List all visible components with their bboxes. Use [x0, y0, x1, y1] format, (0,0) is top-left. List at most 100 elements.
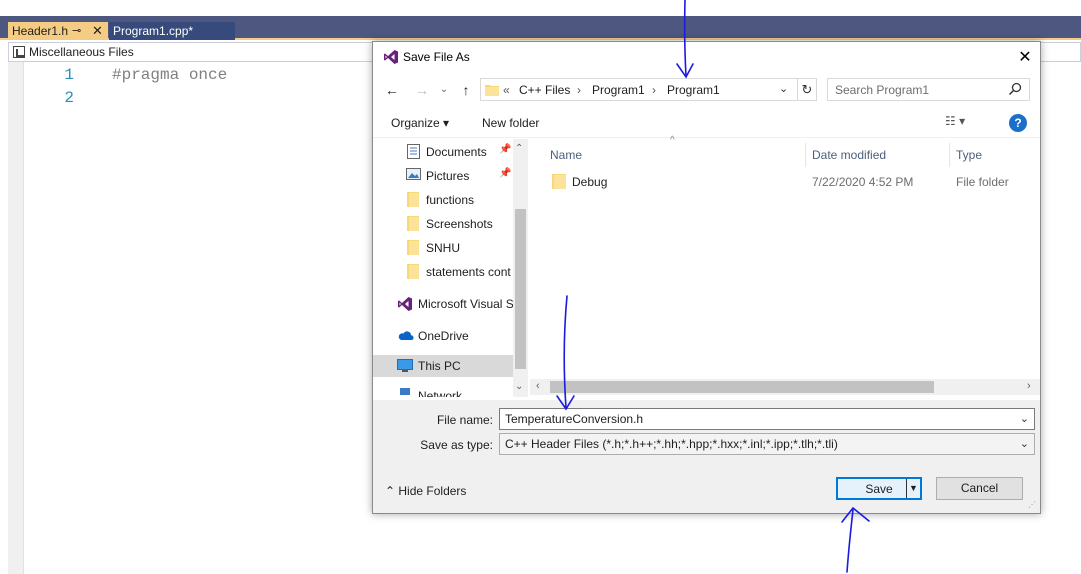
nav-item-label: Screenshots — [426, 217, 493, 231]
breadcrumb-program1[interactable]: Program1 — [592, 83, 645, 97]
nav-item-this-pc[interactable]: This PC — [373, 355, 513, 377]
tab-program1-cpp[interactable]: Program1.cpp* — [109, 22, 235, 40]
editor-gutter — [8, 62, 24, 574]
folder-icon — [407, 264, 419, 279]
nav-item-onedrive[interactable]: OneDrive — [373, 325, 513, 347]
recent-locations-icon[interactable]: ⌄ — [435, 80, 453, 100]
scrollbar-thumb[interactable] — [515, 209, 526, 369]
search-icon — [1008, 82, 1022, 96]
save-file-as-dialog: Save File As ✕ ← → ⌄ ↑ « C++ Files › Pro… — [372, 41, 1041, 514]
column-header-date-modified[interactable]: Date modified — [805, 143, 949, 167]
up-arrow-icon[interactable]: ↑ — [457, 80, 475, 100]
tab-label: Header1.h — [12, 24, 69, 38]
breadcrumb-separator: › — [577, 83, 581, 97]
nav-item-label: This PC — [418, 359, 461, 373]
save-as-type-label: Save as type: — [420, 438, 493, 452]
hide-folders-toggle[interactable]: ⌃ Hide Folders — [385, 484, 466, 498]
help-icon[interactable]: ? — [1009, 114, 1027, 132]
breadcrumb-program1-current[interactable]: Program1 — [667, 83, 720, 97]
chevron-down-icon[interactable]: ▼ — [906, 479, 920, 498]
nav-item-label: Pictures — [426, 169, 470, 183]
annotation-arrow-save — [846, 509, 854, 573]
nav-item-label: SNHU — [426, 241, 461, 255]
file-row[interactable]: Debug 7/22/2020 4:52 PM File folder — [544, 171, 1034, 193]
organize-button[interactable]: Organize ▾ — [391, 116, 449, 130]
chevron-up-icon: ⌃ — [385, 484, 399, 498]
nav-item-pictures[interactable]: Pictures 📌 — [373, 165, 513, 187]
chevron-down-icon[interactable]: ⌄ — [1020, 434, 1029, 454]
screen: { "vs": { "tabs": [ {"label": "Header1.h… — [0, 0, 1081, 574]
pin-icon[interactable]: ⊸ — [72, 22, 81, 40]
chevron-down-icon[interactable]: ⌄ — [515, 381, 523, 392]
cancel-button[interactable]: Cancel — [936, 477, 1023, 500]
save-button-label: Save — [865, 482, 893, 496]
file-name-field[interactable]: TemperatureConversion.h ⌄ — [499, 408, 1035, 430]
command-bar: Organize ▾ New folder ☷ ▾ ? — [373, 108, 1040, 138]
file-name-label: File name: — [436, 413, 493, 427]
back-arrow-icon[interactable]: ← — [383, 80, 401, 100]
chevron-down-icon[interactable]: ⌄ — [779, 82, 788, 95]
visual-studio-icon — [384, 50, 398, 64]
chevron-left-icon[interactable]: ‹ — [536, 380, 540, 392]
address-bar[interactable]: « C++ Files › Program1 › Program1 ⌄ ↻ — [480, 78, 817, 101]
line-number: 2 — [64, 89, 74, 107]
line-number: 1 — [64, 66, 74, 84]
forward-arrow-icon[interactable]: → — [413, 80, 431, 100]
nav-item-label: OneDrive — [418, 329, 469, 343]
column-header-type[interactable]: Type — [949, 143, 1039, 167]
misc-files-icon — [13, 46, 25, 58]
vs-top-area — [0, 0, 1081, 16]
change-view-button[interactable]: ☷ ▾ — [945, 114, 965, 128]
tab-label: Program1.cpp* — [113, 24, 194, 38]
nav-item-screenshots[interactable]: Screenshots — [373, 213, 513, 235]
breadcrumb-overflow[interactable]: « — [503, 83, 510, 97]
scope-label: Miscellaneous Files — [29, 45, 134, 59]
editor-tabstrip: Header1.h ⊸ ✕ Program1.cpp* — [0, 16, 1081, 40]
close-icon[interactable]: ✕ — [92, 22, 103, 40]
file-name-value: TemperatureConversion.h — [505, 412, 644, 426]
dialog-title: Save File As — [403, 50, 470, 64]
dialog-titlebar[interactable]: Save File As ✕ — [373, 42, 1040, 74]
hide-folders-label: Hide Folders — [398, 484, 467, 498]
new-folder-button[interactable]: New folder — [482, 116, 539, 130]
resize-grip-icon[interactable]: ⋰ — [1028, 500, 1036, 509]
chevron-up-icon[interactable]: ⌃ — [515, 143, 523, 154]
save-form: File name: TemperatureConversion.h ⌄ Sav… — [373, 400, 1040, 460]
save-as-type-select[interactable]: C++ Header Files (*.h;*.h++;*.hh;*.hpp;*… — [499, 433, 1035, 455]
dialog-close-button[interactable]: ✕ — [1013, 46, 1037, 70]
folder-icon — [552, 174, 566, 189]
chevron-down-icon[interactable]: ⌄ — [1020, 409, 1029, 429]
nav-item-statements-cont[interactable]: statements cont — [373, 261, 513, 283]
chevron-right-icon[interactable]: › — [1027, 380, 1031, 392]
pin-icon: 📌 — [499, 168, 512, 179]
breadcrumb-cpp-files[interactable]: C++ Files — [519, 83, 570, 97]
nav-item-microsoft-visual-studio[interactable]: Microsoft Visual S — [373, 293, 513, 315]
code-line[interactable]: #pragma once — [112, 66, 227, 84]
refresh-icon[interactable]: ↻ — [797, 79, 816, 100]
horizontal-scrollbar[interactable]: ‹ › — [530, 379, 1040, 395]
file-list: ^ Name Date modified Type Debug 7/22/202… — [530, 135, 1040, 397]
nav-item-label: statements cont — [426, 265, 511, 279]
nav-item-documents[interactable]: Documents 📌 — [373, 141, 513, 163]
folder-icon — [485, 85, 499, 96]
file-name: Debug — [572, 175, 608, 189]
dialog-footer: ⌃ Hide Folders Save ▼ Cancel ⋰ — [373, 460, 1040, 513]
navigation-scrollbar[interactable]: ⌃ ⌄ — [513, 139, 528, 397]
this-pc-icon — [397, 359, 413, 372]
save-button[interactable]: Save ▼ — [836, 477, 922, 500]
scrollbar-thumb[interactable] — [550, 381, 934, 393]
pin-icon: 📌 — [499, 144, 512, 155]
nav-item-label: Microsoft Visual S — [418, 297, 513, 311]
tab-header1[interactable]: Header1.h ⊸ ✕ — [8, 22, 108, 40]
onedrive-icon — [398, 331, 414, 340]
nav-item-network[interactable]: Network — [373, 385, 513, 397]
nav-item-functions[interactable]: functions — [373, 189, 513, 211]
nav-item-label: Documents — [426, 145, 487, 159]
search-input[interactable]: Search Program1 — [827, 78, 1030, 101]
address-row: ← → ⌄ ↑ « C++ Files › Program1 › Program… — [373, 76, 1040, 104]
pictures-icon — [406, 168, 421, 180]
column-header-name[interactable]: Name — [544, 143, 804, 167]
folder-icon — [407, 216, 419, 231]
nav-item-snhu[interactable]: SNHU — [373, 237, 513, 259]
breadcrumb-separator: › — [652, 83, 656, 97]
